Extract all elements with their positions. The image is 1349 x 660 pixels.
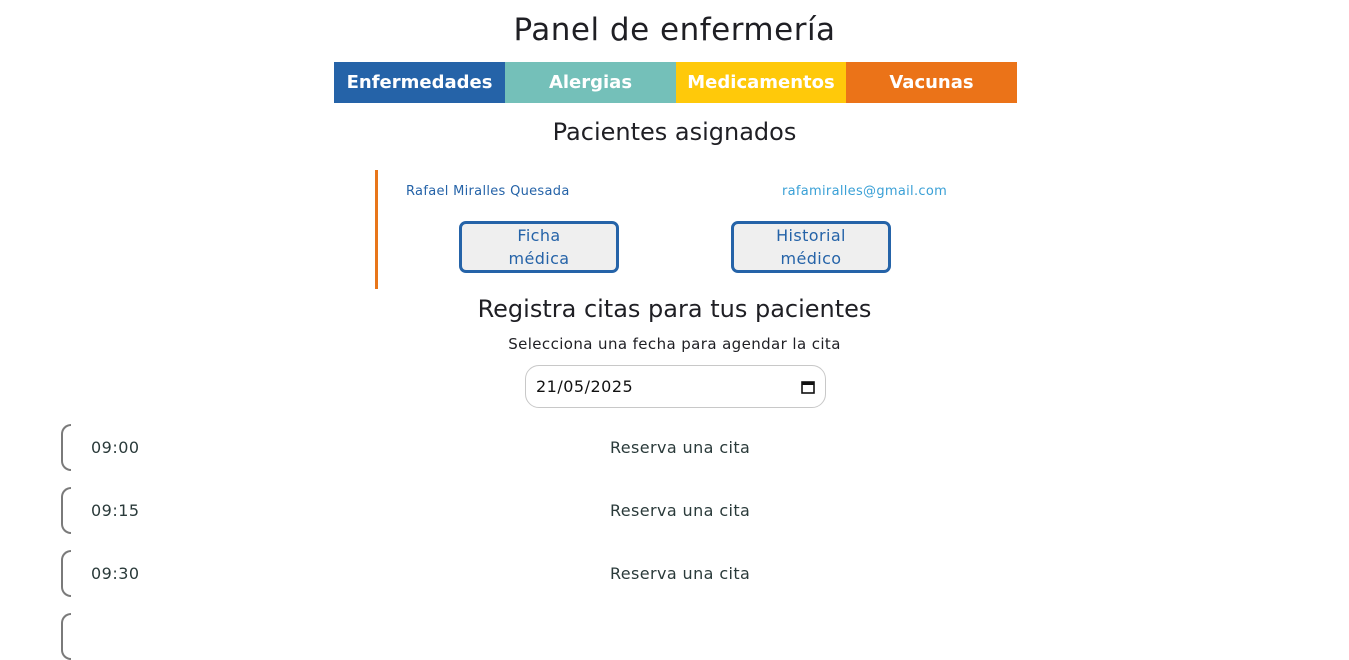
tab-enfermedades[interactable]: Enfermedades (334, 62, 505, 103)
register-appointments-title: Registra citas para tus pacientes (477, 295, 872, 323)
date-hint: Selecciona una fecha para agendar la cit… (508, 335, 841, 353)
patient-email[interactable]: rafamiralles@gmail.com (782, 184, 947, 199)
time-slot: 09:30 Reserva una cita (61, 550, 1321, 597)
slot-time: 09:30 (91, 564, 140, 583)
reserve-appointment-link[interactable]: Reserva una cita (610, 564, 750, 583)
reserve-appointment-link[interactable]: Reserva una cita (610, 438, 750, 457)
slot-time: 09:15 (91, 501, 140, 520)
slot-bracket (61, 550, 71, 597)
time-slot: 09:15 Reserva una cita (61, 487, 1321, 534)
page-title: Panel de enfermería (513, 12, 836, 48)
slot-bracket (61, 487, 71, 534)
slot-bracket (61, 613, 71, 660)
assigned-patients-title: Pacientes asignados (552, 118, 797, 146)
tab-vacunas[interactable]: Vacunas (846, 62, 1017, 103)
date-value[interactable]: 21/05/2025 (536, 377, 801, 396)
slot-time: 09:00 (91, 438, 140, 457)
tab-medicamentos[interactable]: Medicamentos (676, 62, 846, 103)
tab-alergias[interactable]: Alergias (505, 62, 676, 103)
medical-record-button[interactable]: Ficha médica (459, 221, 619, 273)
time-slot: 09:00 Reserva una cita (61, 424, 1321, 471)
medical-history-button[interactable]: Historial médico (731, 221, 891, 273)
slot-bracket (61, 424, 71, 471)
category-tabs: Enfermedades Alergias Medicamentos Vacun… (334, 62, 1017, 103)
calendar-icon[interactable] (801, 380, 815, 394)
time-slot (61, 613, 1321, 660)
patient-card: Rafael Miralles Quesada rafamiralles@gma… (375, 170, 978, 289)
reserve-appointment-link[interactable]: Reserva una cita (610, 501, 750, 520)
patient-name: Rafael Miralles Quesada (406, 184, 570, 199)
appointment-date-input[interactable]: 21/05/2025 (525, 365, 826, 408)
